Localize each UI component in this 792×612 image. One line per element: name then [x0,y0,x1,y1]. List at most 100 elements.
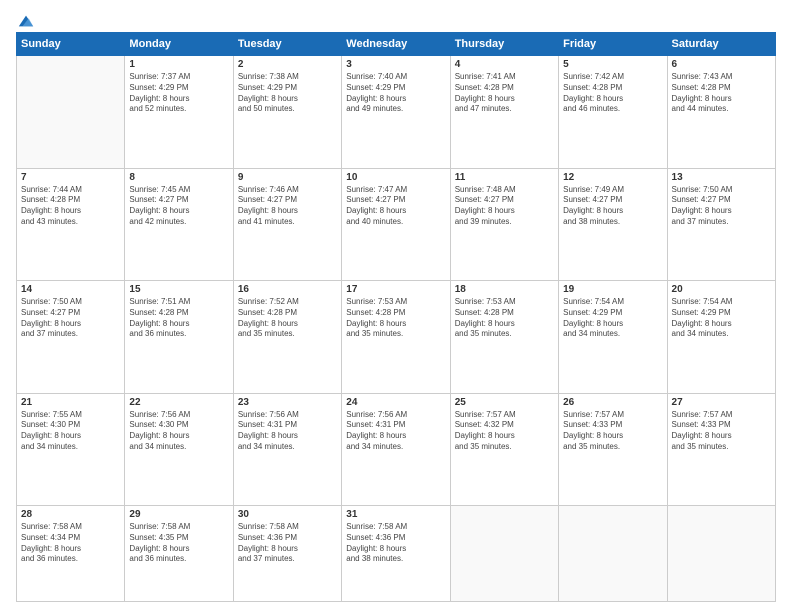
day-info: Sunrise: 7:57 AM Sunset: 4:32 PM Dayligh… [455,410,554,453]
day-number: 5 [563,59,662,70]
day-info: Sunrise: 7:53 AM Sunset: 4:28 PM Dayligh… [346,297,445,340]
day-info: Sunrise: 7:57 AM Sunset: 4:33 PM Dayligh… [563,410,662,453]
day-cell: 2 Sunrise: 7:38 AM Sunset: 4:29 PM Daylig… [233,56,341,169]
day-cell: 18 Sunrise: 7:53 AM Sunset: 4:28 PM Dayli… [450,281,558,394]
day-number: 7 [21,172,120,183]
day-cell: 26 Sunrise: 7:57 AM Sunset: 4:33 PM Dayli… [559,393,667,506]
logo [16,12,35,26]
header-row: SundayMondayTuesdayWednesdayThursdayFrid… [17,33,776,56]
day-cell: 20 Sunrise: 7:54 AM Sunset: 4:29 PM Dayli… [667,281,775,394]
week-row-5: 28 Sunrise: 7:58 AM Sunset: 4:34 PM Dayli… [17,506,776,602]
day-info: Sunrise: 7:49 AM Sunset: 4:27 PM Dayligh… [563,185,662,228]
week-row-3: 14 Sunrise: 7:50 AM Sunset: 4:27 PM Dayli… [17,281,776,394]
day-number: 8 [129,172,228,183]
day-number: 31 [346,509,445,520]
day-number: 11 [455,172,554,183]
week-row-2: 7 Sunrise: 7:44 AM Sunset: 4:28 PM Daylig… [17,168,776,281]
day-cell: 19Sunrise: 7:54 AM Sunset: 4:29 PM Dayli… [559,281,667,394]
day-number: 26 [563,397,662,408]
day-info: Sunrise: 7:54 AM Sunset: 4:29 PM Dayligh… [672,297,771,340]
day-info: Sunrise: 7:58 AM Sunset: 4:36 PM Dayligh… [238,522,337,565]
day-info: Sunrise: 7:58 AM Sunset: 4:36 PM Dayligh… [346,522,445,565]
day-info: Sunrise: 7:50 AM Sunset: 4:27 PM Dayligh… [672,185,771,228]
day-cell: 6 Sunrise: 7:43 AM Sunset: 4:28 PM Daylig… [667,56,775,169]
day-number: 23 [238,397,337,408]
day-number: 21 [21,397,120,408]
day-number: 3 [346,59,445,70]
day-number: 1 [129,59,228,70]
day-number: 6 [672,59,771,70]
header [16,12,776,26]
day-number: 16 [238,284,337,295]
day-number: 10 [346,172,445,183]
day-cell: 23 Sunrise: 7:56 AM Sunset: 4:31 PM Dayli… [233,393,341,506]
day-cell: 4Sunrise: 7:41 AM Sunset: 4:28 PM Daylig… [450,56,558,169]
day-info: Sunrise: 7:56 AM Sunset: 4:31 PM Dayligh… [346,410,445,453]
day-number: 12 [563,172,662,183]
day-info: Sunrise: 7:38 AM Sunset: 4:29 PM Dayligh… [238,72,337,115]
day-number: 15 [129,284,228,295]
calendar-table: SundayMondayTuesdayWednesdayThursdayFrid… [16,32,776,602]
day-cell: 11Sunrise: 7:48 AM Sunset: 4:27 PM Dayli… [450,168,558,281]
day-info: Sunrise: 7:42 AM Sunset: 4:28 PM Dayligh… [563,72,662,115]
day-info: Sunrise: 7:57 AM Sunset: 4:33 PM Dayligh… [672,410,771,453]
day-cell: 30Sunrise: 7:58 AM Sunset: 4:36 PM Dayli… [233,506,341,602]
day-number: 25 [455,397,554,408]
day-info: Sunrise: 7:52 AM Sunset: 4:28 PM Dayligh… [238,297,337,340]
col-header-sunday: Sunday [17,33,125,56]
day-cell: 10 Sunrise: 7:47 AM Sunset: 4:27 PM Dayli… [342,168,450,281]
day-info: Sunrise: 7:55 AM Sunset: 4:30 PM Dayligh… [21,410,120,453]
day-cell: 21 Sunrise: 7:55 AM Sunset: 4:30 PM Dayli… [17,393,125,506]
day-info: Sunrise: 7:44 AM Sunset: 4:28 PM Dayligh… [21,185,120,228]
day-number: 14 [21,284,120,295]
day-number: 20 [672,284,771,295]
day-info: Sunrise: 7:47 AM Sunset: 4:27 PM Dayligh… [346,185,445,228]
day-info: Sunrise: 7:56 AM Sunset: 4:31 PM Dayligh… [238,410,337,453]
day-info: Sunrise: 7:54 AM Sunset: 4:29 PM Dayligh… [563,297,662,340]
day-cell [667,506,775,602]
day-cell: 7 Sunrise: 7:44 AM Sunset: 4:28 PM Daylig… [17,168,125,281]
day-number: 17 [346,284,445,295]
col-header-thursday: Thursday [450,33,558,56]
logo-icon [17,12,35,30]
day-info: Sunrise: 7:37 AM Sunset: 4:29 PM Dayligh… [129,72,228,115]
day-cell: 16 Sunrise: 7:52 AM Sunset: 4:28 PM Dayli… [233,281,341,394]
day-info: Sunrise: 7:56 AM Sunset: 4:30 PM Dayligh… [129,410,228,453]
day-info: Sunrise: 7:51 AM Sunset: 4:28 PM Dayligh… [129,297,228,340]
col-header-friday: Friday [559,33,667,56]
day-info: Sunrise: 7:43 AM Sunset: 4:28 PM Dayligh… [672,72,771,115]
day-number: 27 [672,397,771,408]
week-row-4: 21 Sunrise: 7:55 AM Sunset: 4:30 PM Dayli… [17,393,776,506]
day-cell [17,56,125,169]
day-cell: 27 Sunrise: 7:57 AM Sunset: 4:33 PM Dayli… [667,393,775,506]
day-number: 28 [21,509,120,520]
day-cell: 3 Sunrise: 7:40 AM Sunset: 4:29 PM Daylig… [342,56,450,169]
day-cell: 22 Sunrise: 7:56 AM Sunset: 4:30 PM Dayli… [125,393,233,506]
day-cell: 13 Sunrise: 7:50 AM Sunset: 4:27 PM Dayli… [667,168,775,281]
col-header-saturday: Saturday [667,33,775,56]
day-cell [450,506,558,602]
day-cell: 1 Sunrise: 7:37 AM Sunset: 4:29 PM Daylig… [125,56,233,169]
day-info: Sunrise: 7:40 AM Sunset: 4:29 PM Dayligh… [346,72,445,115]
day-info: Sunrise: 7:58 AM Sunset: 4:34 PM Dayligh… [21,522,120,565]
day-cell: 24Sunrise: 7:56 AM Sunset: 4:31 PM Dayli… [342,393,450,506]
day-cell: 5 Sunrise: 7:42 AM Sunset: 4:28 PM Daylig… [559,56,667,169]
col-header-monday: Monday [125,33,233,56]
day-number: 2 [238,59,337,70]
day-cell: 8 Sunrise: 7:45 AM Sunset: 4:27 PM Daylig… [125,168,233,281]
page: SundayMondayTuesdayWednesdayThursdayFrid… [0,0,792,612]
day-info: Sunrise: 7:46 AM Sunset: 4:27 PM Dayligh… [238,185,337,228]
day-number: 13 [672,172,771,183]
day-cell [559,506,667,602]
day-cell: 29 Sunrise: 7:58 AM Sunset: 4:35 PM Dayli… [125,506,233,602]
day-info: Sunrise: 7:45 AM Sunset: 4:27 PM Dayligh… [129,185,228,228]
day-cell: 12 Sunrise: 7:49 AM Sunset: 4:27 PM Dayli… [559,168,667,281]
day-number: 18 [455,284,554,295]
day-info: Sunrise: 7:50 AM Sunset: 4:27 PM Dayligh… [21,297,120,340]
day-info: Sunrise: 7:53 AM Sunset: 4:28 PM Dayligh… [455,297,554,340]
day-number: 22 [129,397,228,408]
day-cell: 9Sunrise: 7:46 AM Sunset: 4:27 PM Daylig… [233,168,341,281]
day-info: Sunrise: 7:58 AM Sunset: 4:35 PM Dayligh… [129,522,228,565]
day-number: 29 [129,509,228,520]
col-header-wednesday: Wednesday [342,33,450,56]
